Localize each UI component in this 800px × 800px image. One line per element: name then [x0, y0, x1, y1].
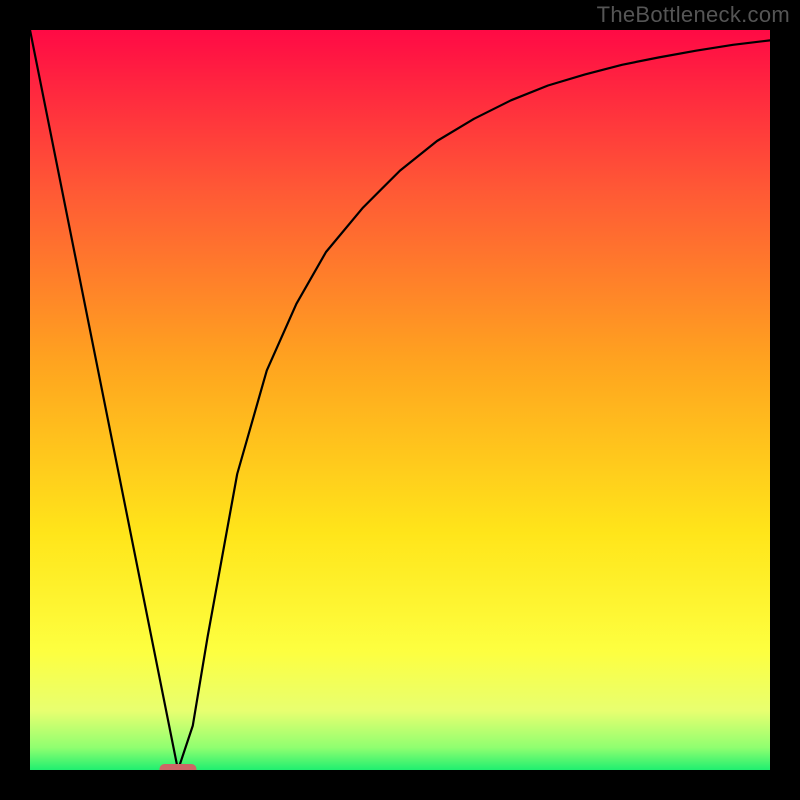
plot-area [30, 30, 770, 770]
chart-svg [30, 30, 770, 770]
gradient-background [30, 30, 770, 770]
target-marker [160, 764, 197, 770]
watermark-text: TheBottleneck.com [597, 2, 790, 28]
chart-frame: TheBottleneck.com [0, 0, 800, 800]
